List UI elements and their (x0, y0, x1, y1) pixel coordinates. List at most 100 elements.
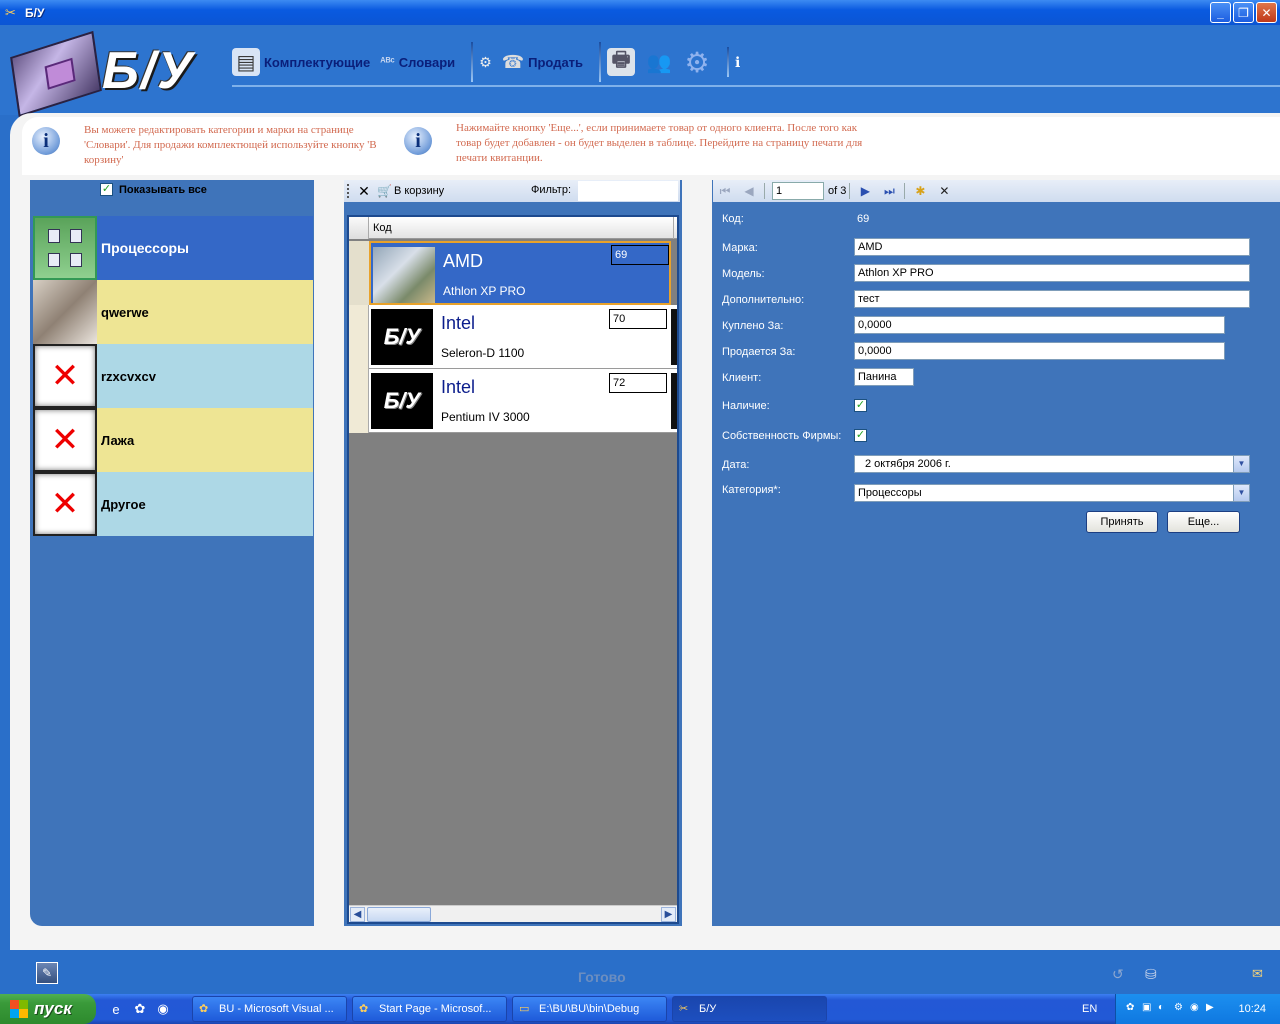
position-input[interactable]: 1 (772, 182, 824, 200)
row-header[interactable] (349, 369, 369, 433)
windows-logo-icon (10, 1000, 28, 1018)
add-record-icon[interactable]: ✱ (910, 182, 930, 200)
delete-record-icon[interactable]: ✕ (934, 182, 954, 200)
category-label: rzxcvxcv (101, 368, 156, 384)
selected-row-header[interactable] (349, 241, 369, 305)
clients-button[interactable]: 👥 (645, 48, 673, 76)
brand-label: Марка: (722, 242, 758, 254)
last-record-icon[interactable]: ⏭ (879, 182, 899, 200)
messenger-icon[interactable]: ✿ (131, 1000, 149, 1018)
column-header-code[interactable]: Код (373, 222, 392, 234)
start-button[interactable]: пуск (0, 994, 96, 1024)
tray-icon[interactable]: ⚙ (1174, 1002, 1187, 1015)
app-icon: ✂ (679, 1003, 689, 1015)
calculator-icon: ⚙ (479, 53, 492, 70)
table-row[interactable]: AMD Athlon XP PRO 69 (369, 241, 671, 305)
bought-price-field[interactable]: 0,0000 (854, 316, 1225, 334)
tray-icon[interactable]: ✿ (1126, 1002, 1139, 1015)
tray-icon[interactable]: ◉ (1190, 1002, 1203, 1015)
category-list: Процессоры qwerwe ✕ rzxcvxcv ✕ Лажа ✕ Др… (33, 216, 313, 536)
product-logo-image: Б/У (371, 373, 433, 429)
scroll-right-icon[interactable]: ▶ (661, 907, 676, 922)
next-column-edge (671, 373, 677, 429)
to-cart-button[interactable]: В корзину (394, 185, 444, 197)
motherboard-logo-icon (10, 30, 102, 118)
more-button[interactable]: Еще... (1167, 511, 1240, 533)
next-record-icon[interactable]: ▶ (855, 182, 875, 200)
language-indicator[interactable]: EN (1082, 1003, 1097, 1015)
row-code[interactable]: 69 (611, 245, 669, 265)
category-label: qwerwe (101, 304, 149, 320)
taskbar-item-label: BU - Microsoft Visual ... (219, 1003, 334, 1015)
undo-icon[interactable]: ↺ (1112, 966, 1124, 983)
company-property-checkbox[interactable]: ✓ (854, 429, 867, 442)
filter-input[interactable] (578, 181, 678, 201)
table-row[interactable]: Б/У Intel Pentium IV 3000 72 (349, 369, 677, 433)
info-text-left: Вы можете редактировать категории и марк… (84, 124, 377, 166)
row-model: Athlon XP PRO (443, 284, 526, 298)
category-item[interactable]: ✕ rzxcvxcv (33, 344, 313, 408)
print-button[interactable]: 🖶 (607, 48, 636, 76)
dictionaries-button[interactable]: ᴬᴮᶜ Словари (380, 55, 455, 70)
taskbar-item[interactable]: ▭ E:\BU\BU\bin\Debug (512, 996, 667, 1022)
checkbox-checked-icon[interactable]: ✓ (100, 183, 113, 196)
components-button[interactable]: ▤ Комплектующие (232, 48, 370, 76)
minimize-button[interactable]: _ (1210, 2, 1231, 23)
category-item[interactable]: ✕ Другое (33, 472, 313, 536)
scroll-thumb[interactable] (367, 907, 431, 922)
media-icon[interactable]: ◉ (154, 1000, 172, 1018)
model-field[interactable]: Athlon XP PRO (854, 264, 1250, 282)
tray-icon[interactable]: ▶ (1206, 1002, 1219, 1015)
sell-button[interactable]: ☎ Продать (502, 52, 583, 73)
calculator-button[interactable]: ⚙ (479, 54, 492, 71)
date-picker[interactable]: 2 октября 2006 г. ▼ (854, 455, 1250, 473)
row-header[interactable] (349, 305, 369, 369)
category-item[interactable]: Процессоры (33, 216, 313, 280)
info-icon: i (404, 127, 432, 155)
brand-field[interactable]: AMD (854, 238, 1250, 256)
first-record-icon[interactable]: ⏮ (715, 182, 735, 200)
category-item[interactable]: ✕ Лажа (33, 408, 313, 472)
mail-icon[interactable]: ✉ (1252, 966, 1263, 982)
record-navigator: ⏮ ◀ 1 of 3 ▶ ⏭ ✱ ✕ (713, 180, 1280, 202)
window-title: Б/У (25, 5, 45, 20)
category-item[interactable]: qwerwe (33, 280, 313, 344)
row-brand: AMD (443, 251, 483, 271)
category-label: Категория*: (722, 484, 781, 496)
bought-label: Куплено За: (722, 320, 784, 332)
extra-field[interactable]: тест (854, 290, 1250, 308)
dictionaries-icon: ᴬᴮᶜ (380, 56, 395, 68)
taskbar-item[interactable]: ✿ Start Page - Microsof... (352, 996, 507, 1022)
tray-icon[interactable]: ◐ (1158, 1002, 1171, 1015)
taskbar-item[interactable]: ✿ BU - Microsoft Visual ... (192, 996, 347, 1022)
accept-button[interactable]: Принять (1086, 511, 1158, 533)
chevron-down-icon[interactable]: ▼ (1233, 485, 1249, 501)
delete-icon[interactable]: ✕ (355, 183, 373, 200)
row-code[interactable]: 72 (609, 373, 667, 393)
maximize-button[interactable]: ❐ (1233, 2, 1254, 23)
ie-icon[interactable]: e (107, 1000, 125, 1018)
printer-icon: 🖶 (607, 48, 636, 76)
show-all-checkbox[interactable]: ✓ Показывать все (100, 183, 207, 196)
scroll-left-icon[interactable]: ◀ (350, 907, 365, 922)
horizontal-scrollbar[interactable]: ◀ ▶ (349, 905, 677, 922)
previous-record-icon[interactable]: ◀ (739, 182, 759, 200)
system-tray: ✿ ▣ ◐ ⚙ ◉ ▶ 10:24 (1115, 994, 1280, 1024)
available-checkbox[interactable]: ✓ (854, 399, 867, 412)
row-code[interactable]: 70 (609, 309, 667, 329)
sell-price-field[interactable]: 0,0000 (854, 342, 1225, 360)
toolbar-grip[interactable] (347, 184, 351, 198)
edit-icon[interactable]: ✎ (36, 962, 58, 984)
sold-label: Продается За: (722, 346, 796, 358)
client-field[interactable]: Панина (854, 368, 914, 386)
column-header-next[interactable] (673, 217, 677, 239)
settings-button[interactable]: ⚙ (683, 47, 711, 78)
close-button[interactable]: ✕ (1256, 2, 1277, 23)
network-icon[interactable]: ▣ (1142, 1002, 1155, 1015)
about-button[interactable]: ℹ (735, 54, 740, 71)
category-select[interactable]: Процессоры ▼ (854, 484, 1250, 502)
taskbar-item[interactable]: ✂ Б/У (672, 996, 827, 1022)
database-icon[interactable]: ⛁ (1145, 966, 1157, 983)
chevron-down-icon[interactable]: ▼ (1233, 456, 1249, 472)
table-row[interactable]: Б/У Intel Seleron-D 1100 70 (349, 305, 677, 369)
